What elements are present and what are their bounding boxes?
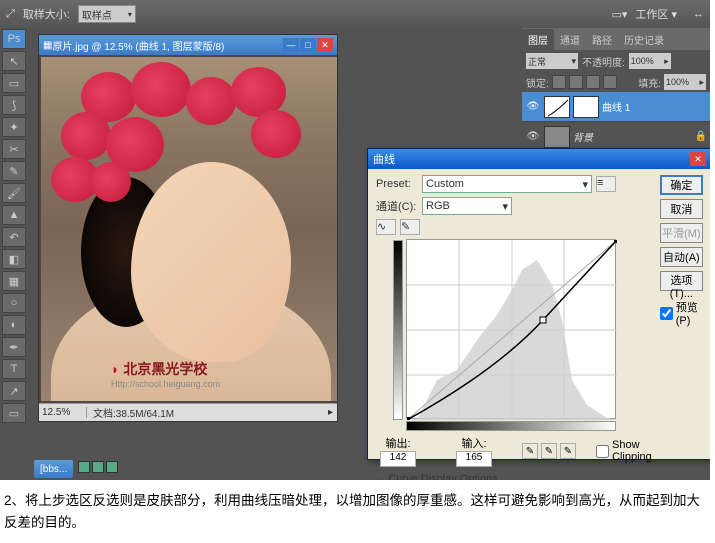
arrange-buttons[interactable] <box>77 460 119 478</box>
brush-tool[interactable]: 🖌 <box>2 183 26 203</box>
watermark: ◗ 北京黑光学校 Http://school.heiguang.com <box>111 359 220 389</box>
show-clipping-checkbox[interactable]: Show Clipping <box>596 439 652 463</box>
visibility-icon[interactable]: 👁 <box>525 100 541 114</box>
panel-tabs: 图层 通道 路径 历史记录 <box>522 28 710 50</box>
eyedropper-tool[interactable]: ✎ <box>2 161 26 181</box>
channel-label: 通道(C): <box>376 198 418 214</box>
preset-select[interactable]: Custom▾ <box>422 175 592 193</box>
gradient-tool[interactable]: ▦ <box>2 271 26 291</box>
layers-panel: 图层 通道 路径 历史记录 正常▾ 不透明度: 100%▸ 锁定: 填充: 10… <box>522 28 710 152</box>
maximize-button[interactable]: □ <box>300 38 316 52</box>
layer-thumbnail[interactable] <box>544 96 570 118</box>
screen-mode-icon[interactable]: ▭▾ <box>612 8 628 21</box>
tab-channels[interactable]: 通道 <box>554 29 586 50</box>
cancel-button[interactable]: 取消 <box>660 199 703 219</box>
visibility-icon[interactable]: 👁 <box>525 130 541 144</box>
chevron-icon: ⌄ <box>376 473 385 480</box>
type-tool[interactable]: T <box>2 359 26 379</box>
tab-history[interactable]: 历史记录 <box>618 29 670 50</box>
options-bar: ⤢ 取样大小: 取样点▾ ▭▾ 工作区 ▾ ↔ <box>0 0 710 28</box>
close-button[interactable]: ✕ <box>317 38 333 52</box>
layer-name: 背景 <box>573 129 593 144</box>
minimize-button[interactable]: — <box>283 38 299 52</box>
lock-label: 锁定: <box>526 75 549 90</box>
curve-tool-icon[interactable]: ∿ <box>376 219 396 235</box>
taskbar-doc-button[interactable]: [bbs... <box>34 460 73 478</box>
sample-size-dropdown[interactable]: 取样点▾ <box>78 5 136 23</box>
tab-layers[interactable]: 图层 <box>522 29 554 50</box>
tutorial-caption: 2、将上步选区反选则是皮肤部分，利用曲线压暗处理，以增加图像的厚重感。这样可避免… <box>0 480 715 543</box>
history-brush-tool[interactable]: ↶ <box>2 227 26 247</box>
opacity-label: 不透明度: <box>582 54 625 69</box>
tab-paths[interactable]: 路径 <box>586 29 618 50</box>
output-gradient <box>393 240 403 420</box>
eyedropper-icon: ⤢ <box>6 8 15 21</box>
lock-transparent-icon[interactable] <box>552 75 566 89</box>
curves-dialog: 曲线 ✕ Preset: Custom▾ ≡ 通道(C): RGB▾ ∿ ✎ <box>367 148 710 460</box>
preview-checkbox[interactable]: 预览(P) <box>660 299 703 327</box>
doc-icon: ▦ <box>43 40 52 51</box>
white-point-eyedropper[interactable]: ✎ <box>560 443 576 459</box>
ps-logo: Ps <box>2 29 26 49</box>
blend-mode-select[interactable]: 正常▾ <box>526 53 578 69</box>
status-menu-icon[interactable]: ▸ <box>324 407 337 418</box>
status-info: 文档:38.5M/64.1M <box>87 405 180 420</box>
crop-tool[interactable]: ✂ <box>2 139 26 159</box>
sample-size-label: 取样大小: <box>23 6 70 22</box>
canvas[interactable]: ◗ 北京黑光学校 Http://school.heiguang.com <box>41 57 337 401</box>
lock-all-icon[interactable] <box>603 75 617 89</box>
lock-pixels-icon[interactable] <box>569 75 583 89</box>
dialog-title: 曲线 <box>373 151 690 167</box>
output-field[interactable]: 142 <box>380 451 416 467</box>
fill-label: 填充: <box>638 75 661 90</box>
document-status-bar: 12.5% 文档:38.5M/64.1M ▸ <box>39 403 337 421</box>
layer-row[interactable]: 👁 曲线 1 <box>522 92 710 122</box>
input-field[interactable]: 165 <box>456 451 492 467</box>
channel-select[interactable]: RGB▾ <box>422 197 512 215</box>
input-gradient <box>406 421 616 431</box>
tools-panel: Ps ↖ ▭ ⟆ ✦ ✂ ✎ 🖌 ▲ ↶ ◧ ▦ ○ ◐ ✒ T ↗ ▭ <box>0 28 28 428</box>
pencil-tool-icon[interactable]: ✎ <box>400 219 420 235</box>
options-button[interactable]: 选项(T)... <box>660 271 703 291</box>
eraser-tool[interactable]: ◧ <box>2 249 26 269</box>
curves-graph[interactable] <box>406 239 616 419</box>
preset-label: Preset: <box>376 178 418 190</box>
dialog-titlebar[interactable]: 曲线 ✕ <box>368 149 710 169</box>
shape-tool[interactable]: ▭ <box>2 403 26 423</box>
dodge-tool[interactable]: ◐ <box>2 315 26 335</box>
document-titlebar[interactable]: ▦ 原片.jpg @ 12.5% (曲线 1, 图层蒙版/8) — □ ✕ <box>39 35 337 55</box>
output-label: 输出: <box>385 435 410 451</box>
stamp-tool[interactable]: ▲ <box>2 205 26 225</box>
gray-point-eyedropper[interactable]: ✎ <box>541 443 557 459</box>
lock-position-icon[interactable] <box>586 75 600 89</box>
fill-field[interactable]: 100%▸ <box>664 74 706 90</box>
layer-thumbnail[interactable] <box>544 126 570 148</box>
preset-menu-icon[interactable]: ≡ <box>596 176 616 192</box>
close-button[interactable]: ✕ <box>690 152 706 166</box>
workspace-menu[interactable]: 工作区 ▾ <box>635 6 677 22</box>
input-label: 输入: <box>461 435 486 451</box>
collapse-icon[interactable]: ↔ <box>693 8 704 20</box>
document-title: 原片.jpg @ 12.5% (曲线 1, 图层蒙版/8) <box>52 38 283 53</box>
black-point-eyedropper[interactable]: ✎ <box>522 443 538 459</box>
layer-name: 曲线 1 <box>602 99 630 114</box>
layer-mask-thumbnail[interactable] <box>573 96 599 118</box>
lasso-tool[interactable]: ⟆ <box>2 95 26 115</box>
opacity-field[interactable]: 100%▸ <box>629 53 671 69</box>
smooth-button[interactable]: 平滑(M) <box>660 223 703 243</box>
pen-tool[interactable]: ✒ <box>2 337 26 357</box>
zoom-field[interactable]: 12.5% <box>39 407 87 418</box>
document-window: ▦ 原片.jpg @ 12.5% (曲线 1, 图层蒙版/8) — □ ✕ <box>38 34 338 422</box>
wand-tool[interactable]: ✦ <box>2 117 26 137</box>
blur-tool[interactable]: ○ <box>2 293 26 313</box>
marquee-tool[interactable]: ▭ <box>2 73 26 93</box>
display-options-expander[interactable]: ⌄ Curve Display Options <box>376 472 652 480</box>
auto-button[interactable]: 自动(A) <box>660 247 703 267</box>
path-tool[interactable]: ↗ <box>2 381 26 401</box>
lock-icon: 🔒 <box>695 131 707 142</box>
move-tool[interactable]: ↖ <box>2 51 26 71</box>
taskbar: [bbs... <box>34 458 119 480</box>
ok-button[interactable]: 确定 <box>660 175 703 195</box>
